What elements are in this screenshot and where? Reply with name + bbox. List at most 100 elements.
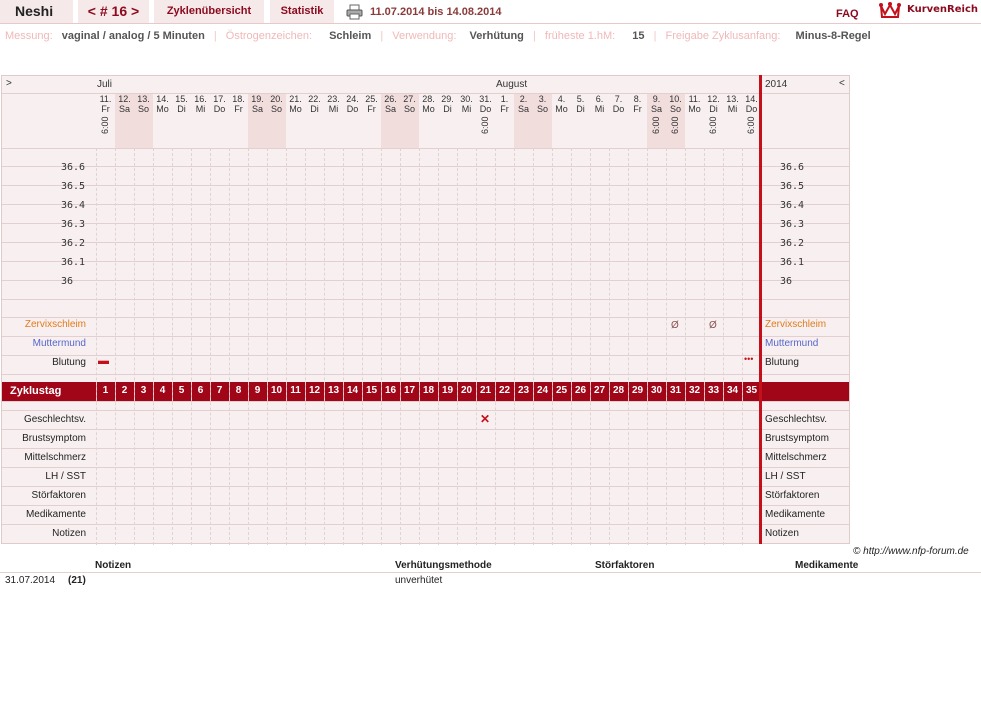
statistics-tab[interactable]: Statistik [270,0,334,23]
cycle-navigator[interactable]: < # 16 > [78,0,149,23]
scroll-left-arrow[interactable]: > [6,78,12,89]
row-label: Notizen [52,528,86,539]
day-column-header[interactable]: 10. So 6:00 [666,94,685,148]
day-column-header[interactable]: 9. Sa 6:00 [647,94,666,148]
day-column-header[interactable]: 20. So [267,94,286,148]
cycle-day-label: Zyklustag [10,385,62,397]
day-column-header[interactable]: 22. Di [305,94,324,148]
cycle-day-number: 24 [536,385,549,396]
day-date: 14. [156,94,169,104]
grid-column-line [457,148,458,545]
day-column-header[interactable]: 23. Mi [324,94,343,148]
scroll-right-arrow[interactable]: < [839,78,845,89]
grid-line [2,524,849,525]
grid-line [2,410,849,411]
brand-logo[interactable]: KurvenReich [907,4,978,15]
day-date: 18. [232,94,245,104]
intercourse-mark[interactable]: ✕ [480,412,490,426]
cycle-overview-tab[interactable]: Zyklenübersicht [154,0,264,23]
day-column-header[interactable]: 14. Mo [153,94,172,148]
separator: | [213,30,217,42]
day-column-header[interactable]: 27. So [400,94,419,148]
day-column-header[interactable]: 18. Fr [229,94,248,148]
cycle-info-line: Messung: vaginal / analog / 5 Minuten | … [5,30,871,44]
day-column-header[interactable]: 11. Fr 6:00 [96,94,115,148]
day-column-header[interactable]: 2. Sa [514,94,533,148]
day-column-header[interactable]: 31. Do 6:00 [476,94,495,148]
day-date: 1. [500,94,509,104]
temperature-label: 36 [780,276,793,287]
grid-line [2,448,849,449]
entry-method: unverhütet [395,575,443,586]
day-column-header[interactable]: 15. Di [172,94,191,148]
day-weekday: Di [709,104,718,114]
crown-icon [879,2,901,18]
day-column-header[interactable]: 21. Mo [286,94,305,148]
cycle-day-number: 9 [254,385,261,396]
temperature-label: 36.1 [780,257,805,268]
day-column-header[interactable]: 12. Di 6:00 [704,94,723,148]
day-weekday: Fr [500,104,509,114]
day-column-header[interactable]: 28. Mo [419,94,438,148]
mucus-dry-mark[interactable]: Ø [671,320,679,331]
cycle-day-number: 21 [479,385,492,396]
day-column-header[interactable]: 13. Mi [723,94,742,148]
day-date: 21. [289,94,302,104]
grid-column-line [723,148,724,545]
bleeding-mark[interactable]: ▬ [98,355,109,367]
day-date: 11. [688,94,701,104]
year-label: 2014 [765,79,788,90]
mucus-dry-mark[interactable]: Ø [709,320,717,331]
printer-icon[interactable] [346,4,363,20]
day-column-header[interactable]: 7. Do [609,94,628,148]
grid-column-line [533,148,534,545]
day-column-header[interactable]: 8. Fr [628,94,647,148]
separator: | [653,30,657,42]
row-label: LH / SST [765,471,806,482]
cycle-day-number: 27 [593,385,606,396]
grid-column-line [172,148,173,545]
day-column-header[interactable]: 24. Do [343,94,362,148]
day-date: 24. [346,94,359,104]
day-column-header[interactable]: 17. Do [210,94,229,148]
measurement-time: 6:00 [651,116,661,134]
day-column-header[interactable]: 16. Mi [191,94,210,148]
grid-column-line [343,148,344,545]
grid-column-line [704,148,705,545]
temperature-label: 36.6 [780,162,805,173]
day-column-header[interactable]: 29. Di [438,94,457,148]
day-column-header[interactable]: 3. So [533,94,552,148]
temperature-label: 36 [61,276,74,287]
day-column-header[interactable]: 25. Fr [362,94,381,148]
day-column-header[interactable]: 13. So [134,94,153,148]
day-column-header[interactable]: 12. Sa [115,94,134,148]
day-date: 9. [652,94,661,104]
grid-column-line [210,148,211,545]
cycle-day-number: 23 [517,385,530,396]
top-bar: Neshi < # 16 > Zyklenübersicht Statistik… [0,0,981,24]
usage-value: Verhütung [469,30,524,42]
grid-column-line [267,148,268,545]
grid-column-line [571,148,572,545]
day-column-header[interactable]: 5. Di [571,94,590,148]
day-column-header[interactable]: 30. Mi [457,94,476,148]
cycle-day-number: 16 [384,385,397,396]
day-column-header[interactable]: 26. Sa [381,94,400,148]
month-label: Juli [97,79,113,90]
day-column-header[interactable]: 19. Sa [248,94,267,148]
day-column-header[interactable]: 11. Mo [685,94,704,148]
faq-link[interactable]: FAQ [836,8,859,20]
separator: | [532,30,536,42]
day-date: 30. [460,94,473,104]
day-weekday: Sa [650,104,662,114]
grid-column-line [628,148,629,545]
day-column-header[interactable]: 1. Fr [495,94,514,148]
row-label-cervical-mucus: Zervixschleim [765,319,827,330]
row-label: Mittelschmerz [765,452,827,463]
day-date: 31. [479,94,492,104]
day-column-header[interactable]: 6. Mi [590,94,609,148]
day-column-header[interactable]: 4. Mo [552,94,571,148]
grid-column-line [514,148,515,545]
medication-header: Medikamente [795,560,859,571]
cycle-day-number: 6 [197,385,204,396]
